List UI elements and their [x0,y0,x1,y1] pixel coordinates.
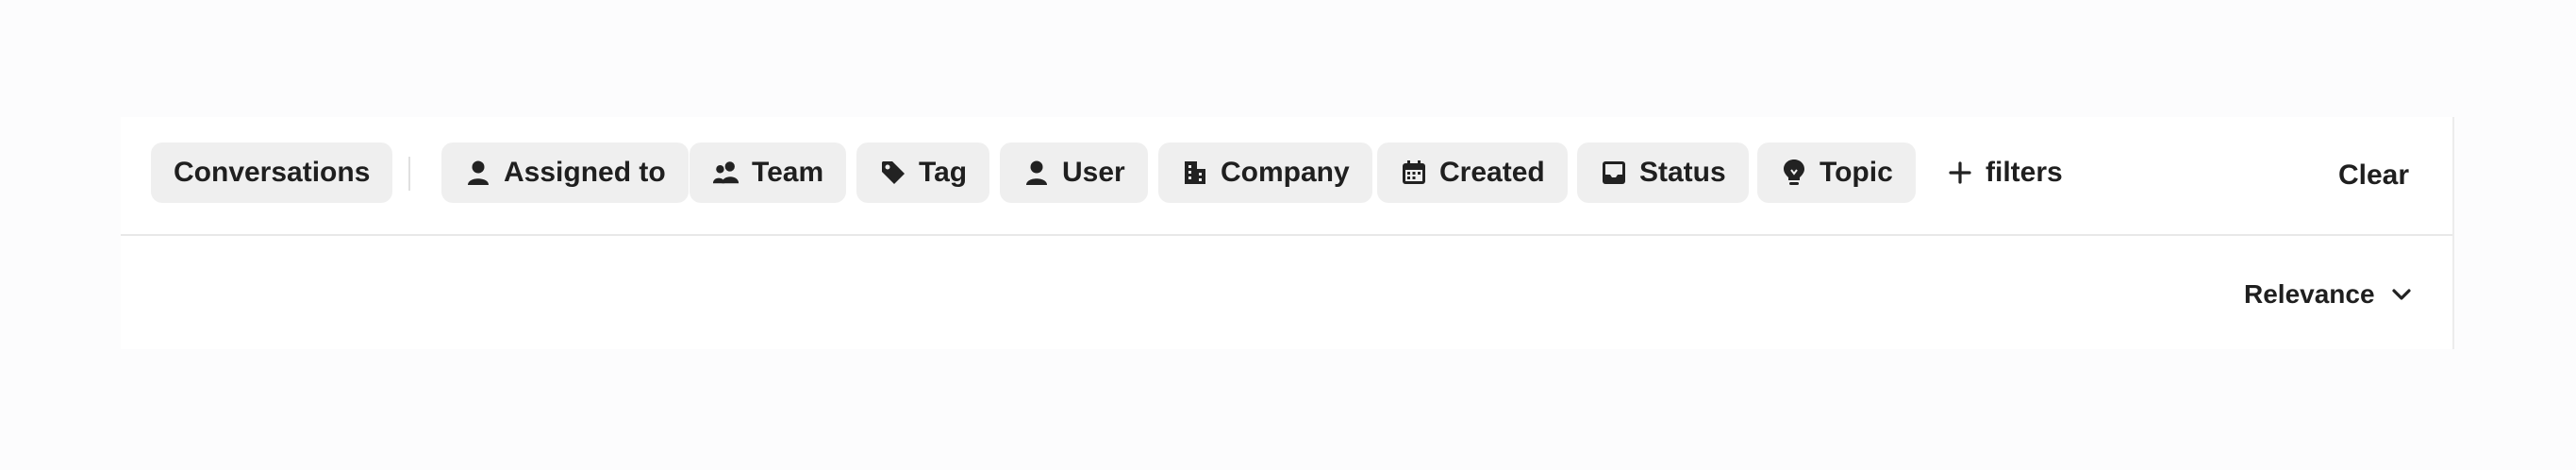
add-filters-label: filters [1986,157,2063,188]
sort-dropdown[interactable]: Relevance [2244,274,2415,315]
people-icon [712,159,740,187]
chip-label: User [1062,157,1125,188]
chevron-down-icon [2388,281,2415,308]
chip-assigned-to[interactable]: Assigned to [441,143,689,203]
chip-label: Conversations [174,157,371,188]
lightbulb-icon [1780,159,1808,187]
person-icon [464,159,492,187]
chip-label: Team [752,157,824,188]
chip-tag[interactable]: Tag [856,143,990,203]
chip-label: Assigned to [504,157,666,188]
chip-user[interactable]: User [1000,143,1148,203]
sort-label: Relevance [2244,279,2375,309]
person-icon [1022,159,1051,187]
add-filters-button[interactable]: filters [1946,143,2063,203]
chip-label: Topic [1820,157,1893,188]
calendar-icon [1400,159,1428,187]
chip-status[interactable]: Status [1577,143,1749,203]
divider [408,157,410,191]
plus-icon [1946,159,1974,187]
chip-topic[interactable]: Topic [1757,143,1916,203]
chip-created[interactable]: Created [1377,143,1568,203]
chip-label: Created [1439,157,1545,188]
building-icon [1181,159,1209,187]
chip-team[interactable]: Team [690,143,847,203]
chip-label: Status [1639,157,1726,188]
chip-label: Tag [919,157,968,188]
clear-button[interactable]: Clear [2338,153,2409,198]
inbox-icon [1600,159,1628,187]
chip-label: Company [1221,157,1350,188]
tag-icon [879,159,907,187]
chip-company[interactable]: Company [1158,143,1372,203]
chip-conversations[interactable]: Conversations [151,143,393,203]
